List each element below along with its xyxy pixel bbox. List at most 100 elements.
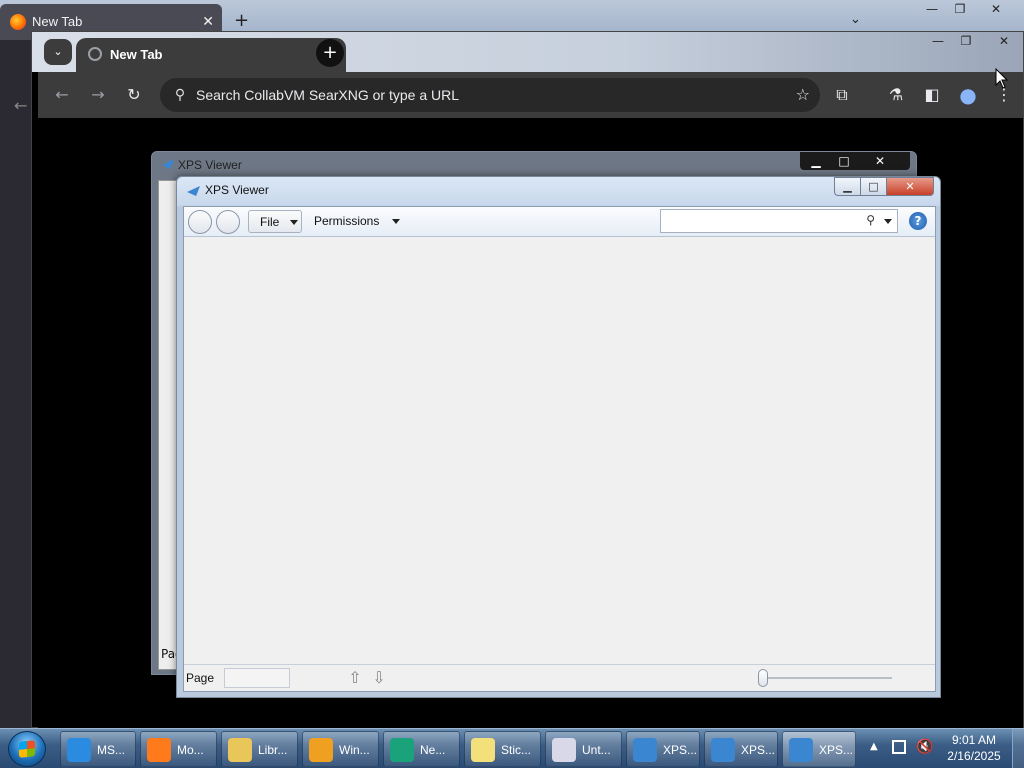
taskbar-item-label: Ne... <box>420 743 446 757</box>
zoom-slider-track[interactable] <box>762 677 892 679</box>
xps-back-maximize-button[interactable]: □ <box>830 152 858 170</box>
taskbar-item[interactable]: Win... <box>302 731 379 767</box>
find-search-box[interactable]: ⚲ <box>660 209 898 233</box>
labs-flask-icon[interactable]: ⚗ <box>884 83 908 107</box>
taskbar-item-label: XPS... <box>741 743 776 757</box>
taskbar-item-label: Libr... <box>258 743 288 757</box>
taskbar-item[interactable]: MS... <box>60 731 136 767</box>
taskbar-item[interactable]: Ne... <box>383 731 460 767</box>
reload-icon[interactable]: ↻ <box>122 83 146 107</box>
xps-close-button[interactable]: ✕ <box>886 177 934 196</box>
omnibox-placeholder[interactable]: Search CollabVM SearXNG or type a URL <box>196 87 459 103</box>
firefox-minimize-button[interactable]: — <box>918 0 946 18</box>
firefox-restore-button[interactable]: ❐ <box>946 0 974 18</box>
taskbar: MS... Mo... Libr... Win... Ne... Stic... Unt..… <box>0 728 1024 768</box>
taskbar-item-label: Mo... <box>177 743 204 757</box>
xps-back-close-button[interactable]: ✕ <box>866 152 894 170</box>
firefox-tab-title: New Tab <box>32 14 83 29</box>
chevron-down-icon <box>392 219 400 224</box>
chrome-new-tab-button[interactable]: + <box>316 39 344 67</box>
back-arrow-icon[interactable]: ← <box>50 83 74 107</box>
firefox-list-tabs-button[interactable]: ⌄ <box>850 12 861 27</box>
page-label: Page <box>186 671 215 685</box>
extensions-icon[interactable]: ⧉ <box>830 83 854 107</box>
taskbar-item[interactable]: XPS... <box>626 731 700 767</box>
xps-minimize-button[interactable]: ▁ <box>834 177 861 196</box>
firefox-icon <box>147 738 171 762</box>
forward-button[interactable] <box>216 210 240 234</box>
chrome-minimize-button[interactable]: — <box>924 32 952 50</box>
forward-arrow-icon[interactable]: → <box>86 83 110 107</box>
taskbar-item[interactable]: XPS... <box>704 731 778 767</box>
profile-avatar-icon[interactable]: ● <box>956 83 980 107</box>
start-button[interactable] <box>8 731 46 767</box>
chrome-toolbar: ← → ↻ ⚲ Search CollabVM SearXNG or type … <box>38 72 1023 118</box>
show-hidden-icons-icon[interactable]: ▲ <box>870 741 878 752</box>
taskbar-item[interactable]: Stic... <box>464 731 541 767</box>
omnibox[interactable]: ⚲ Search CollabVM SearXNG or type a URL … <box>160 78 820 112</box>
taskbar-item[interactable]: Mo... <box>140 731 217 767</box>
side-panel-icon[interactable]: ◧ <box>920 83 944 107</box>
chevron-down-icon <box>290 220 298 225</box>
firefox-close-button[interactable]: ✕ <box>982 0 1010 18</box>
xps-back-title: XPS Viewer <box>178 158 242 172</box>
xps-icon <box>162 159 174 169</box>
taskbar-item-label: Unt... <box>582 743 611 757</box>
xps-client-area: File Permissions ⚲ ? Page ⇧ ⇩ <box>183 206 936 692</box>
page-number-input[interactable] <box>224 668 290 688</box>
taskbar-item[interactable]: Libr... <box>221 731 298 767</box>
xps-icon <box>711 738 735 762</box>
taskbar-item-label: XPS... <box>663 743 698 757</box>
xps-caption-buttons: ▁ □ ✕ <box>834 177 938 197</box>
file-menu-button[interactable]: File <box>248 210 302 233</box>
next-page-icon[interactable]: ⇩ <box>370 668 388 688</box>
xps-icon <box>187 186 200 196</box>
sticky-notes-icon <box>471 738 495 762</box>
show-desktop-button[interactable] <box>1012 729 1024 768</box>
media-player-icon <box>309 738 333 762</box>
xps-viewer-window[interactable]: XPS Viewer ▁ □ ✕ File Permissions ⚲ ? Pa <box>176 176 941 698</box>
windows-logo-icon <box>19 740 35 758</box>
xps-status-bar: Page ⇧ ⇩ <box>184 664 935 691</box>
help-icon[interactable]: ? <box>909 212 927 230</box>
chrome-titlebar: ⌄ New Tab ✕ + — ❐ ✕ <box>32 32 1023 72</box>
clock-date[interactable]: 2/16/2025 <box>944 749 1004 763</box>
paint-icon <box>552 738 576 762</box>
tab-search-button[interactable]: ⌄ <box>44 39 72 65</box>
xps-maximize-button[interactable]: □ <box>860 177 887 196</box>
xps-icon <box>789 738 813 762</box>
taskbar-item[interactable]: Unt... <box>545 731 622 767</box>
chrome-restore-button[interactable]: ❐ <box>952 32 980 50</box>
chrome-tab-title: New Tab <box>110 47 163 62</box>
bookmark-star-icon[interactable]: ☆ <box>796 85 810 104</box>
back-button[interactable] <box>188 210 212 234</box>
xps-icon <box>633 738 657 762</box>
firefox-icon <box>10 14 26 30</box>
permissions-menu-button[interactable]: Permissions <box>314 210 408 233</box>
xps-toolbar: File Permissions ⚲ ? <box>184 207 935 237</box>
permissions-menu-label: Permissions <box>314 214 380 228</box>
xps-back-minimize-button[interactable]: ▁ <box>802 152 830 170</box>
taskbar-item-label: XPS... <box>819 743 854 757</box>
taskbar-item-label: Win... <box>339 743 370 757</box>
previous-page-icon[interactable]: ⇧ <box>346 668 364 688</box>
volume-muted-icon[interactable]: 🔇 <box>916 739 933 755</box>
network-tray-icon[interactable] <box>892 740 906 754</box>
search-icon: ⚲ <box>174 87 186 103</box>
network-icon <box>390 738 414 762</box>
folder-icon <box>228 738 252 762</box>
taskbar-item[interactable]: XPS... <box>782 731 856 767</box>
xps-title: XPS Viewer <box>205 183 269 197</box>
firefox-new-tab-button[interactable]: + <box>234 10 249 31</box>
chrome-tab-new-tab[interactable]: New Tab ✕ <box>76 38 346 72</box>
zoom-slider-thumb[interactable] <box>758 669 768 687</box>
search-icon[interactable]: ⚲ <box>866 213 875 227</box>
clock-time[interactable]: 9:01 AM <box>944 733 1004 747</box>
taskbar-item-label: Stic... <box>501 743 532 757</box>
file-menu-label: File <box>260 215 280 229</box>
chrome-close-button[interactable]: ✕ <box>990 32 1018 50</box>
back-arrow-icon[interactable]: ← <box>14 96 27 115</box>
close-icon[interactable]: ✕ <box>202 13 214 30</box>
chevron-down-icon[interactable] <box>884 219 892 224</box>
globe-icon <box>88 47 102 61</box>
